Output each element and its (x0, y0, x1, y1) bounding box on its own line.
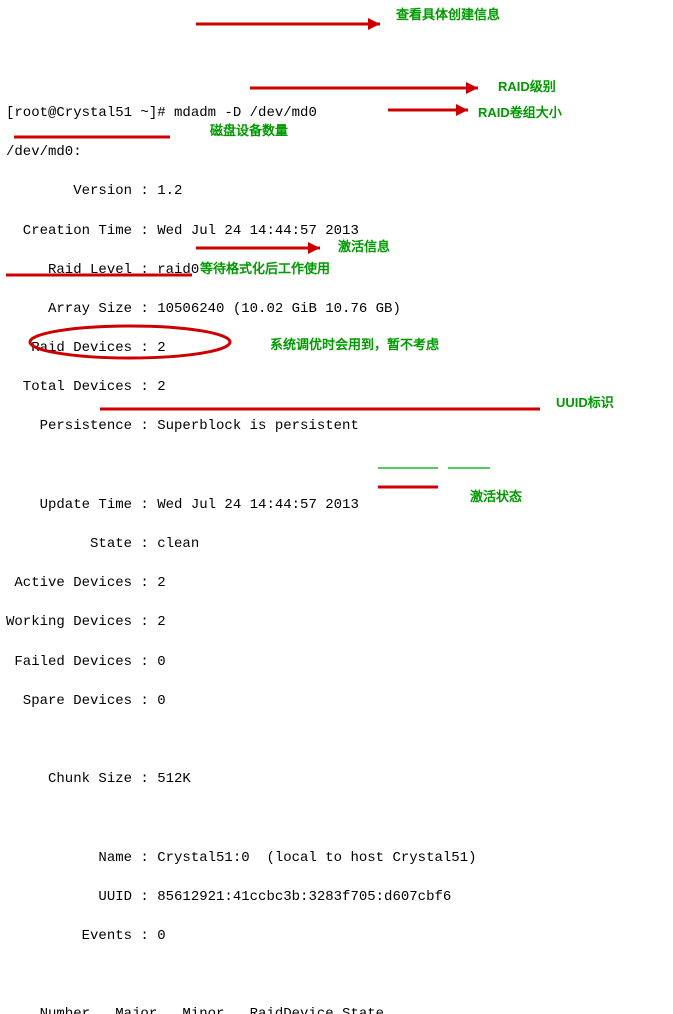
blank-3 (6, 809, 667, 829)
command: mdadm -D /dev/md0 (174, 105, 317, 121)
annotation-volume-size: RAID卷组大小 (478, 104, 562, 122)
chunk-size-line: Chunk Size : 512K (6, 770, 667, 790)
name-line: Name : Crystal51:0 (local to host Crysta… (6, 849, 667, 869)
annotation-chunk-note: 系统调优时会用到，暂不考虑 (270, 336, 439, 354)
update-time-line: Update Time : Wed Jul 24 14:44:57 2013 (6, 496, 667, 516)
prompt-line: [root@Crystal51 ~]# mdadm -D /dev/md0 (6, 104, 667, 124)
blank-1 (6, 457, 667, 477)
annotation-active-state: 激活状态 (470, 488, 522, 506)
creation-time-line: Creation Time : Wed Jul 24 14:44:57 2013 (6, 222, 667, 242)
annotation-disk-count: 磁盘设备数量 (210, 122, 288, 140)
state-line: State : clean (6, 535, 667, 555)
annotation-working-wait: 等待格式化后工作使用 (200, 260, 330, 278)
blank-2 (6, 731, 667, 751)
working-devices-line: Working Devices : 2 (6, 613, 667, 633)
table-header: Number Major Minor RaidDevice State (6, 1005, 667, 1014)
version-line: Version : 1.2 (6, 182, 667, 202)
uuid-line: UUID : 85612921:41ccbc3b:3283f705:d607cb… (6, 888, 667, 908)
annotation-active-info: 激活信息 (338, 238, 390, 256)
events-line: Events : 0 (6, 927, 667, 947)
blank-4 (6, 966, 667, 986)
device-line: /dev/md0: (6, 143, 667, 163)
spare-devices-line: Spare Devices : 0 (6, 692, 667, 712)
prompt: [root@Crystal51 ~]# (6, 105, 174, 121)
active-devices-line: Active Devices : 2 (6, 574, 667, 594)
raid-level-line: Raid Level : raid0 (6, 261, 667, 281)
annotation-view-info: 查看具体创建信息 (396, 6, 500, 24)
failed-devices-line: Failed Devices : 0 (6, 653, 667, 673)
annotation-raid-level: RAID级别 (498, 78, 556, 96)
array-size-line: Array Size : 10506240 (10.02 GiB 10.76 G… (6, 300, 667, 320)
persistence-line: Persistence : Superblock is persistent (6, 417, 667, 437)
annotation-uuid-label: UUID标识 (556, 394, 614, 412)
